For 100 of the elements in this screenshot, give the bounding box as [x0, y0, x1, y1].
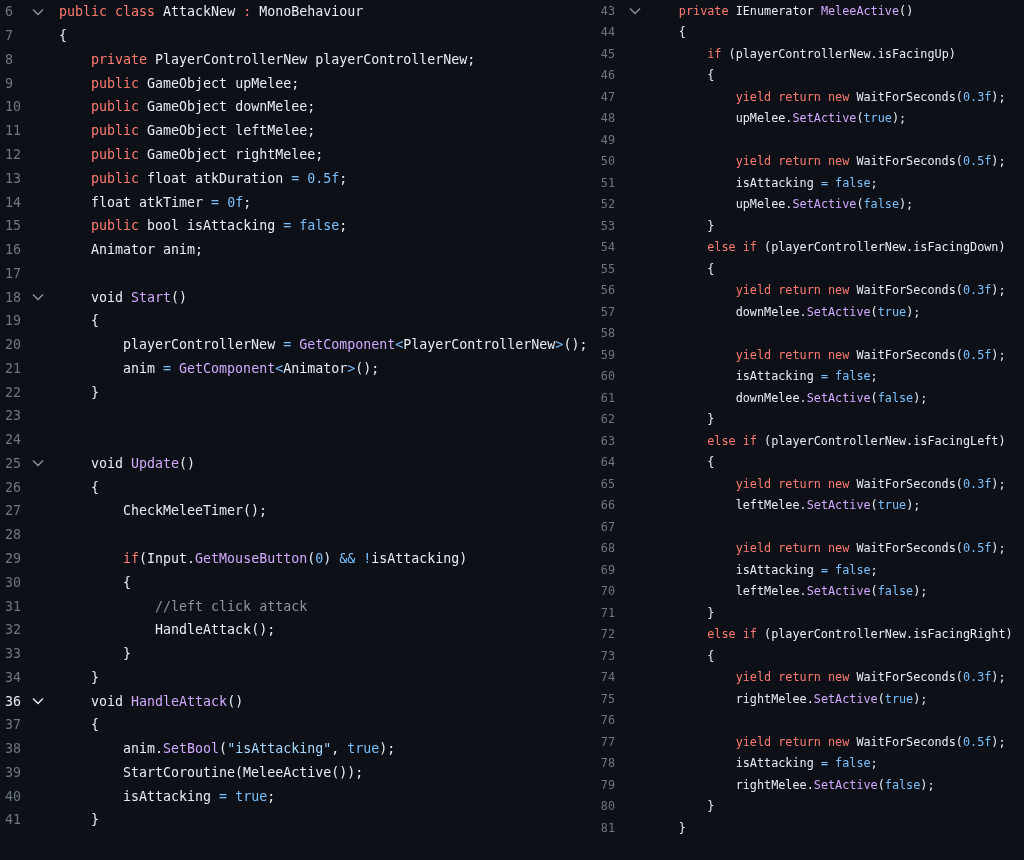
- code-line: {: [707, 455, 715, 470]
- code-line: }: [707, 218, 715, 233]
- line-number: 33: [4, 646, 22, 662]
- line-number: 24: [4, 432, 22, 448]
- line-number: 55: [599, 261, 617, 276]
- line-number: 47: [599, 89, 617, 104]
- code-line: yield return new WaitForSeconds(0.5f);: [735, 541, 1006, 556]
- line-number: 40: [4, 788, 22, 804]
- line-number: 54: [599, 240, 617, 255]
- code-line: float atkTimer = 0f;: [91, 194, 252, 210]
- code-line: isAttacking = false;: [735, 562, 878, 577]
- line-number: 39: [4, 764, 22, 780]
- line-number: 60: [599, 369, 617, 384]
- line-number: 38: [4, 741, 22, 757]
- line-number: 65: [599, 476, 617, 491]
- line-number: 64: [599, 455, 617, 470]
- code-line: }: [707, 412, 715, 427]
- line-number: 68: [599, 541, 617, 556]
- line-number: 14: [4, 194, 22, 210]
- code-line: private IEnumerator MeleeActive(): [678, 3, 914, 18]
- line-number: 67: [599, 519, 617, 534]
- line-number: 56: [599, 283, 617, 298]
- code-line: public float atkDuration = 0.5f;: [91, 170, 348, 186]
- line-number: 57: [599, 304, 617, 319]
- line-number: 62: [599, 412, 617, 427]
- code-line: yield return new WaitForSeconds(0.5f);: [735, 734, 1006, 749]
- code-line: public bool isAttacking = false;: [91, 218, 348, 234]
- code-line: {: [707, 261, 715, 276]
- code-line: else if (playerControllerNew.isFacingRight): [707, 627, 1013, 642]
- line-number: 20: [4, 337, 22, 353]
- code-line: }: [707, 605, 715, 620]
- line-number: 25: [4, 455, 22, 471]
- code-line: if(Input.GetMouseButton(0) && !isAttacking): [123, 551, 468, 566]
- line-number: 48: [599, 111, 617, 126]
- code-line: leftMelee.SetActive(false);: [735, 584, 928, 599]
- line-number: 50: [599, 154, 617, 169]
- line-number: 59: [599, 347, 617, 362]
- code-line: }: [91, 669, 100, 685]
- line-number: 73: [599, 648, 617, 663]
- line-number: 78: [599, 756, 617, 771]
- code-line: yield return new WaitForSeconds(0.5f);: [735, 347, 1006, 362]
- line-number: 30: [4, 574, 22, 590]
- line-number: 69: [599, 562, 617, 577]
- code-line: {: [91, 313, 100, 329]
- code-line: //left click attack: [155, 598, 308, 614]
- code-line: {: [123, 574, 132, 590]
- code-line: public GameObject rightMelee;: [91, 146, 324, 162]
- line-number: 46: [599, 68, 617, 83]
- code-line: void Start(): [91, 289, 188, 305]
- code-line: yield return new WaitForSeconds(0.3f);: [735, 476, 1006, 491]
- line-number: 32: [4, 622, 22, 638]
- line-number: 75: [599, 691, 617, 706]
- code-line: else if (playerControllerNew.isFacingDown): [707, 240, 1006, 255]
- line-number: 53: [599, 218, 617, 233]
- line-number: 52: [599, 197, 617, 212]
- code-line: public GameObject upMelee;: [91, 75, 300, 91]
- line-number: 44: [599, 25, 617, 40]
- code-line: public GameObject downMelee;: [91, 99, 316, 115]
- line-number: 12: [4, 146, 22, 162]
- line-number: 19: [4, 313, 22, 329]
- line-number: 58: [599, 326, 617, 341]
- code-line: leftMelee.SetActive(true);: [735, 498, 921, 513]
- line-number: 7: [4, 28, 14, 44]
- code-line: anim = GetComponent<Animator>();: [123, 360, 380, 376]
- code-line: yield return new WaitForSeconds(0.3f);: [735, 670, 1006, 685]
- code-line: {: [91, 479, 100, 495]
- line-number: 27: [4, 503, 22, 519]
- line-number: 31: [4, 598, 22, 614]
- line-number: 9: [4, 75, 14, 91]
- code-line: yield return new WaitForSeconds(0.5f);: [735, 154, 1006, 169]
- line-number: 16: [4, 242, 22, 258]
- line-number: 26: [4, 479, 22, 495]
- line-number: 49: [599, 132, 617, 147]
- code-line: }: [707, 799, 715, 814]
- line-number: 6: [4, 4, 14, 20]
- line-number: 37: [4, 717, 22, 733]
- code-line: rightMelee.SetActive(false);: [735, 777, 935, 792]
- code-line: if (playerControllerNew.isFacingUp): [707, 46, 956, 61]
- code-line: yield return new WaitForSeconds(0.3f);: [735, 89, 1006, 104]
- code-line: }: [123, 646, 132, 662]
- line-number: 41: [4, 812, 22, 828]
- line-number: 45: [599, 46, 617, 61]
- code-line: downMelee.SetActive(false);: [735, 390, 928, 405]
- line-number: 15: [4, 218, 22, 234]
- code-line: public class AttackNew : MonoBehaviour: [59, 4, 364, 20]
- line-number: 18: [4, 289, 22, 305]
- code-line: void Update(): [91, 455, 196, 471]
- line-number: 66: [599, 498, 617, 513]
- code-line: {: [59, 28, 67, 44]
- line-number: 51: [599, 175, 617, 190]
- code-line: yield return new WaitForSeconds(0.3f);: [735, 283, 1006, 298]
- code-line: {: [707, 648, 715, 663]
- line-number: 23: [4, 408, 22, 424]
- code-line: void HandleAttack(): [91, 693, 244, 709]
- code-line: isAttacking = false;: [735, 369, 878, 384]
- code-line: else if (playerControllerNew.isFacingLeft): [707, 433, 1006, 448]
- code-line: StartCoroutine(MeleeActive());: [123, 764, 364, 780]
- code-line: }: [678, 820, 686, 835]
- line-number: 74: [599, 670, 617, 685]
- line-number: 81: [599, 820, 617, 835]
